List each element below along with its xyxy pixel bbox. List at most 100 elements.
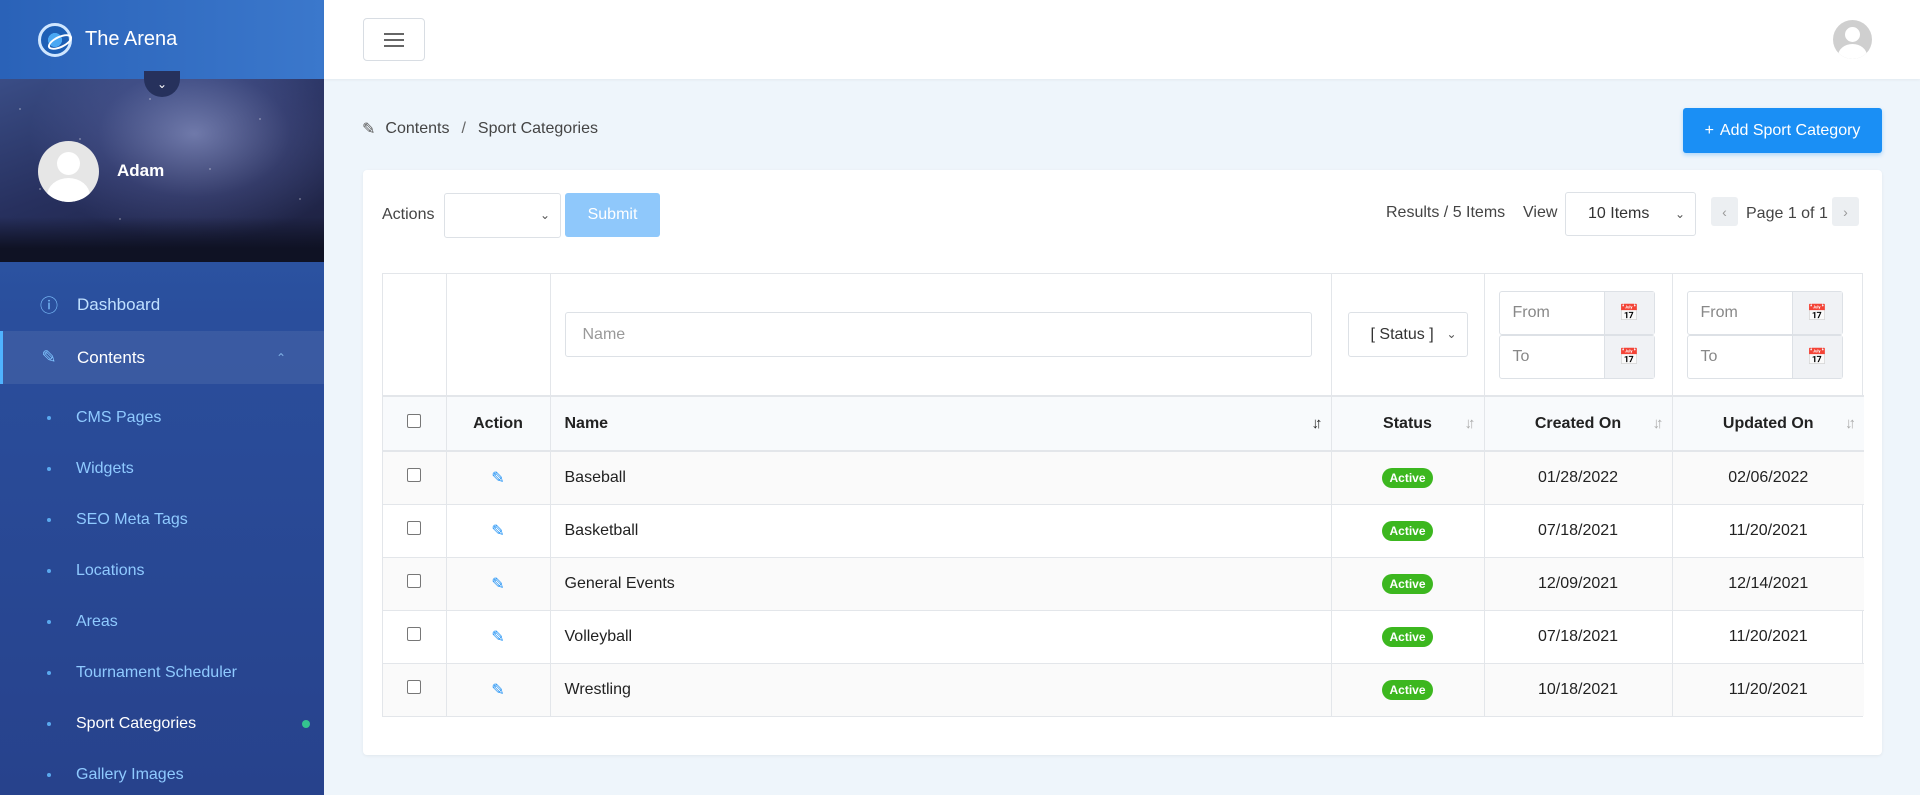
chevron-up-icon: ⌃ [275, 350, 286, 365]
menu-toggle-button[interactable] [363, 18, 425, 61]
row-name: Volleyball [550, 610, 1332, 664]
table-row: ✎ General Events Active 12/09/2021 12/14… [383, 557, 1864, 611]
sidebar-subitem-locations[interactable]: Locations [0, 545, 324, 596]
created-from-placeholder: From [1512, 303, 1550, 321]
row-select-cell [383, 610, 447, 664]
edit-icon[interactable]: ✎ [491, 523, 504, 540]
add-sport-category-button[interactable]: + Add Sport Category [1683, 108, 1882, 153]
breadcrumb-current: Sport Categories [477, 120, 598, 137]
sidebar-subitem-sport-categories[interactable]: Sport Categories [0, 698, 324, 749]
page-info: Page 1 of 1 [1746, 205, 1828, 222]
edit-icon[interactable]: ✎ [491, 629, 504, 646]
next-page-button[interactable]: › [1832, 197, 1859, 226]
active-indicator [302, 719, 310, 728]
chevron-down-icon: ⌄ [539, 208, 550, 222]
filter-cell-empty [446, 274, 551, 396]
edit-icon[interactable]: ✎ [491, 682, 504, 699]
column-header-label: Created On [1534, 414, 1622, 432]
row-created: 07/18/2021 [1484, 504, 1673, 558]
brand[interactable]: The Arena [0, 0, 324, 79]
row-status-cell: Active [1331, 663, 1485, 716]
sidebar-subitem-gallery-images[interactable]: Gallery Images [0, 749, 324, 795]
column-header-status[interactable]: Status ↓↑ [1331, 395, 1485, 452]
filter-cell-status: [ Status ] ⌄ [1331, 274, 1485, 396]
row-checkbox[interactable] [407, 574, 422, 588]
calendar-icon[interactable]: 📅 [1791, 335, 1842, 378]
row-created: 07/18/2021 [1484, 610, 1673, 664]
row-checkbox[interactable] [407, 468, 422, 483]
status-badge: Active [1382, 626, 1433, 647]
row-action-cell: ✎ [446, 557, 551, 611]
breadcrumb: ✎ Contents / Sport Categories [362, 119, 598, 139]
plus-icon: + [1704, 121, 1714, 139]
prev-page-button[interactable]: ‹ [1711, 197, 1738, 226]
row-checkbox[interactable] [407, 627, 422, 641]
info-circle-icon: ⓘ [40, 295, 58, 316]
sidebar-item-dashboard[interactable]: ⓘ Dashboard [0, 278, 324, 331]
edit-icon[interactable]: ✎ [491, 470, 504, 487]
name-filter-input[interactable]: Name [564, 312, 1312, 357]
chevron-left-icon: ‹ [1722, 203, 1727, 220]
filter-cell-created: From 📅 To 📅 [1484, 274, 1673, 396]
view-select[interactable]: 10 Items ⌄ [1565, 192, 1696, 236]
calendar-icon[interactable]: 📅 [1791, 291, 1842, 334]
user-avatar[interactable] [1833, 20, 1872, 59]
column-header-label: Status [1383, 414, 1432, 432]
sort-descending-icon[interactable]: ↓↑ [1312, 415, 1323, 432]
row-select-cell [383, 557, 447, 611]
actions-label: Actions [382, 206, 435, 223]
breadcrumb-root[interactable]: Contents [385, 120, 449, 138]
column-header-label: Name [564, 414, 609, 432]
sidebar-subitem-areas[interactable]: Areas [0, 596, 324, 647]
sort-icon[interactable]: ↓↑ [1845, 415, 1856, 432]
edit-icon[interactable]: ✎ [491, 576, 504, 593]
hamburger-icon [384, 32, 404, 35]
submit-button[interactable]: Submit [565, 193, 660, 237]
hamburger-icon [384, 38, 404, 41]
column-header-created[interactable]: Created On ↓↑ [1484, 395, 1673, 452]
calendar-icon[interactable]: 📅 [1603, 291, 1654, 334]
column-header-updated[interactable]: Updated On ↓↑ [1672, 395, 1864, 452]
row-action-cell: ✎ [446, 504, 551, 558]
sidebar-item-contents[interactable]: ✎ Contents ⌃ [0, 331, 324, 384]
updated-to-input[interactable]: To 📅 [1686, 334, 1843, 379]
row-checkbox[interactable] [407, 521, 422, 535]
select-all-checkbox[interactable] [407, 414, 422, 428]
row-action-cell: ✎ [446, 610, 551, 664]
sort-icon[interactable]: ↓↑ [1653, 415, 1664, 432]
row-updated: 12/14/2021 [1672, 557, 1864, 611]
status-filter-value: [ Status ] [1370, 326, 1434, 343]
updated-from-input[interactable]: From 📅 [1686, 290, 1843, 335]
sidebar-subitem-tournament-scheduler[interactable]: Tournament Scheduler [0, 647, 324, 698]
sidebar-subitem-cms-pages[interactable]: CMS Pages [0, 392, 324, 443]
sidebar-subitem-label: Sport Categories [76, 714, 197, 732]
column-header-label: Updated On [1722, 414, 1814, 432]
chevron-right-icon: › [1843, 203, 1848, 220]
row-updated: 11/20/2021 [1672, 504, 1864, 558]
actions-select[interactable]: ⌄ [444, 193, 561, 238]
created-from-input[interactable]: From 📅 [1498, 290, 1655, 335]
sidebar-subitem-widgets[interactable]: Widgets [0, 443, 324, 494]
row-name: Baseball [550, 451, 1332, 505]
row-name: Basketball [550, 504, 1332, 558]
column-header-name[interactable]: Name ↓↑ [550, 395, 1332, 452]
column-header-action: Action [446, 395, 551, 452]
updated-from-placeholder: From [1700, 303, 1738, 321]
calendar-icon[interactable]: 📅 [1603, 335, 1654, 378]
row-created: 10/18/2021 [1484, 663, 1673, 716]
row-checkbox[interactable] [407, 680, 422, 695]
chevron-down-icon: ⌄ [1446, 327, 1457, 341]
add-button-label: Add Sport Category [1719, 121, 1861, 139]
table-header-row: Action Name ↓↑ Status ↓↑ Created On ↓↑ U… [383, 395, 1864, 452]
row-status-cell: Active [1331, 557, 1485, 611]
created-to-input[interactable]: To 📅 [1498, 334, 1655, 379]
status-filter-select[interactable]: [ Status ] ⌄ [1347, 312, 1468, 357]
sidebar-subitem-seo-meta-tags[interactable]: SEO Meta Tags [0, 494, 324, 545]
row-select-cell [383, 451, 447, 505]
profile-avatar [38, 141, 99, 202]
sport-categories-table: Name [ Status ] ⌄ From 📅 To 📅 From 📅 To … [382, 273, 1864, 717]
table-row: ✎ Basketball Active 07/18/2021 11/20/202… [383, 504, 1864, 558]
filter-cell-empty [383, 274, 447, 396]
ground-silhouette [0, 217, 324, 262]
sort-icon[interactable]: ↓↑ [1465, 415, 1476, 432]
